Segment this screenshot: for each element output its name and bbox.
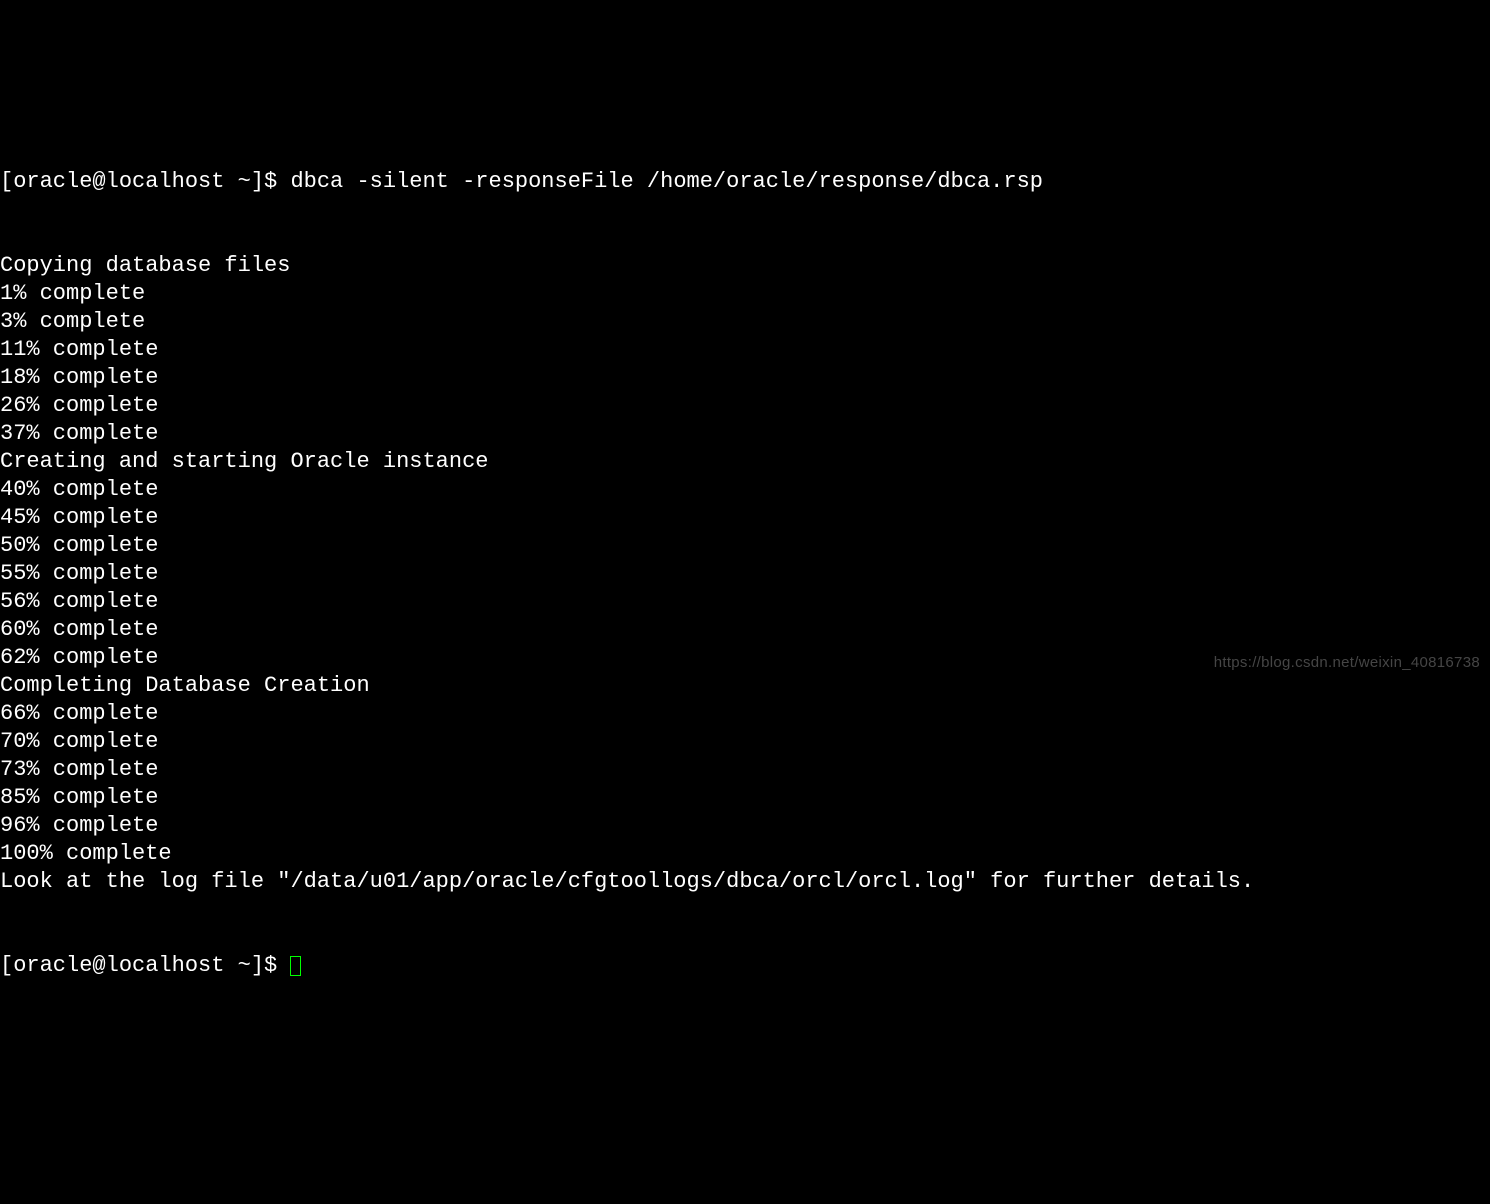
output-line: 11% complete <box>0 336 1490 364</box>
prompt-dollar: $ <box>264 953 290 978</box>
output-line: 100% complete <box>0 840 1490 868</box>
output-line: 1% complete <box>0 280 1490 308</box>
command-line-1: [oracle@localhost ~]$ dbca -silent -resp… <box>0 168 1490 196</box>
output-line: 50% complete <box>0 532 1490 560</box>
output-line: 70% complete <box>0 728 1490 756</box>
output-line: 26% complete <box>0 392 1490 420</box>
output-line: 66% complete <box>0 700 1490 728</box>
output-line: 60% complete <box>0 616 1490 644</box>
output-line: 40% complete <box>0 476 1490 504</box>
output-line: 55% complete <box>0 560 1490 588</box>
output-line: 18% complete <box>0 364 1490 392</box>
prompt-user-host: [oracle@localhost ~] <box>0 169 264 194</box>
cursor-icon <box>290 956 301 976</box>
output-line: 85% complete <box>0 784 1490 812</box>
prompt-user-host: [oracle@localhost ~] <box>0 953 264 978</box>
output-line: Copying database files <box>0 252 1490 280</box>
output-line: 73% complete <box>0 756 1490 784</box>
output-line: 37% complete <box>0 420 1490 448</box>
prompt-dollar: $ <box>264 169 290 194</box>
output-line: 96% complete <box>0 812 1490 840</box>
command-output: Copying database files1% complete3% comp… <box>0 252 1490 896</box>
output-line: 56% complete <box>0 588 1490 616</box>
output-line: 45% complete <box>0 504 1490 532</box>
output-line: Look at the log file "/data/u01/app/orac… <box>0 868 1490 896</box>
output-line: 3% complete <box>0 308 1490 336</box>
terminal-window[interactable]: [oracle@localhost ~]$ dbca -silent -resp… <box>0 112 1490 1008</box>
command-text: dbca -silent -responseFile /home/oracle/… <box>290 169 1043 194</box>
watermark-text: https://blog.csdn.net/weixin_40816738 <box>1214 649 1480 677</box>
output-line: Creating and starting Oracle instance <box>0 448 1490 476</box>
command-line-2[interactable]: [oracle@localhost ~]$ <box>0 952 1490 980</box>
